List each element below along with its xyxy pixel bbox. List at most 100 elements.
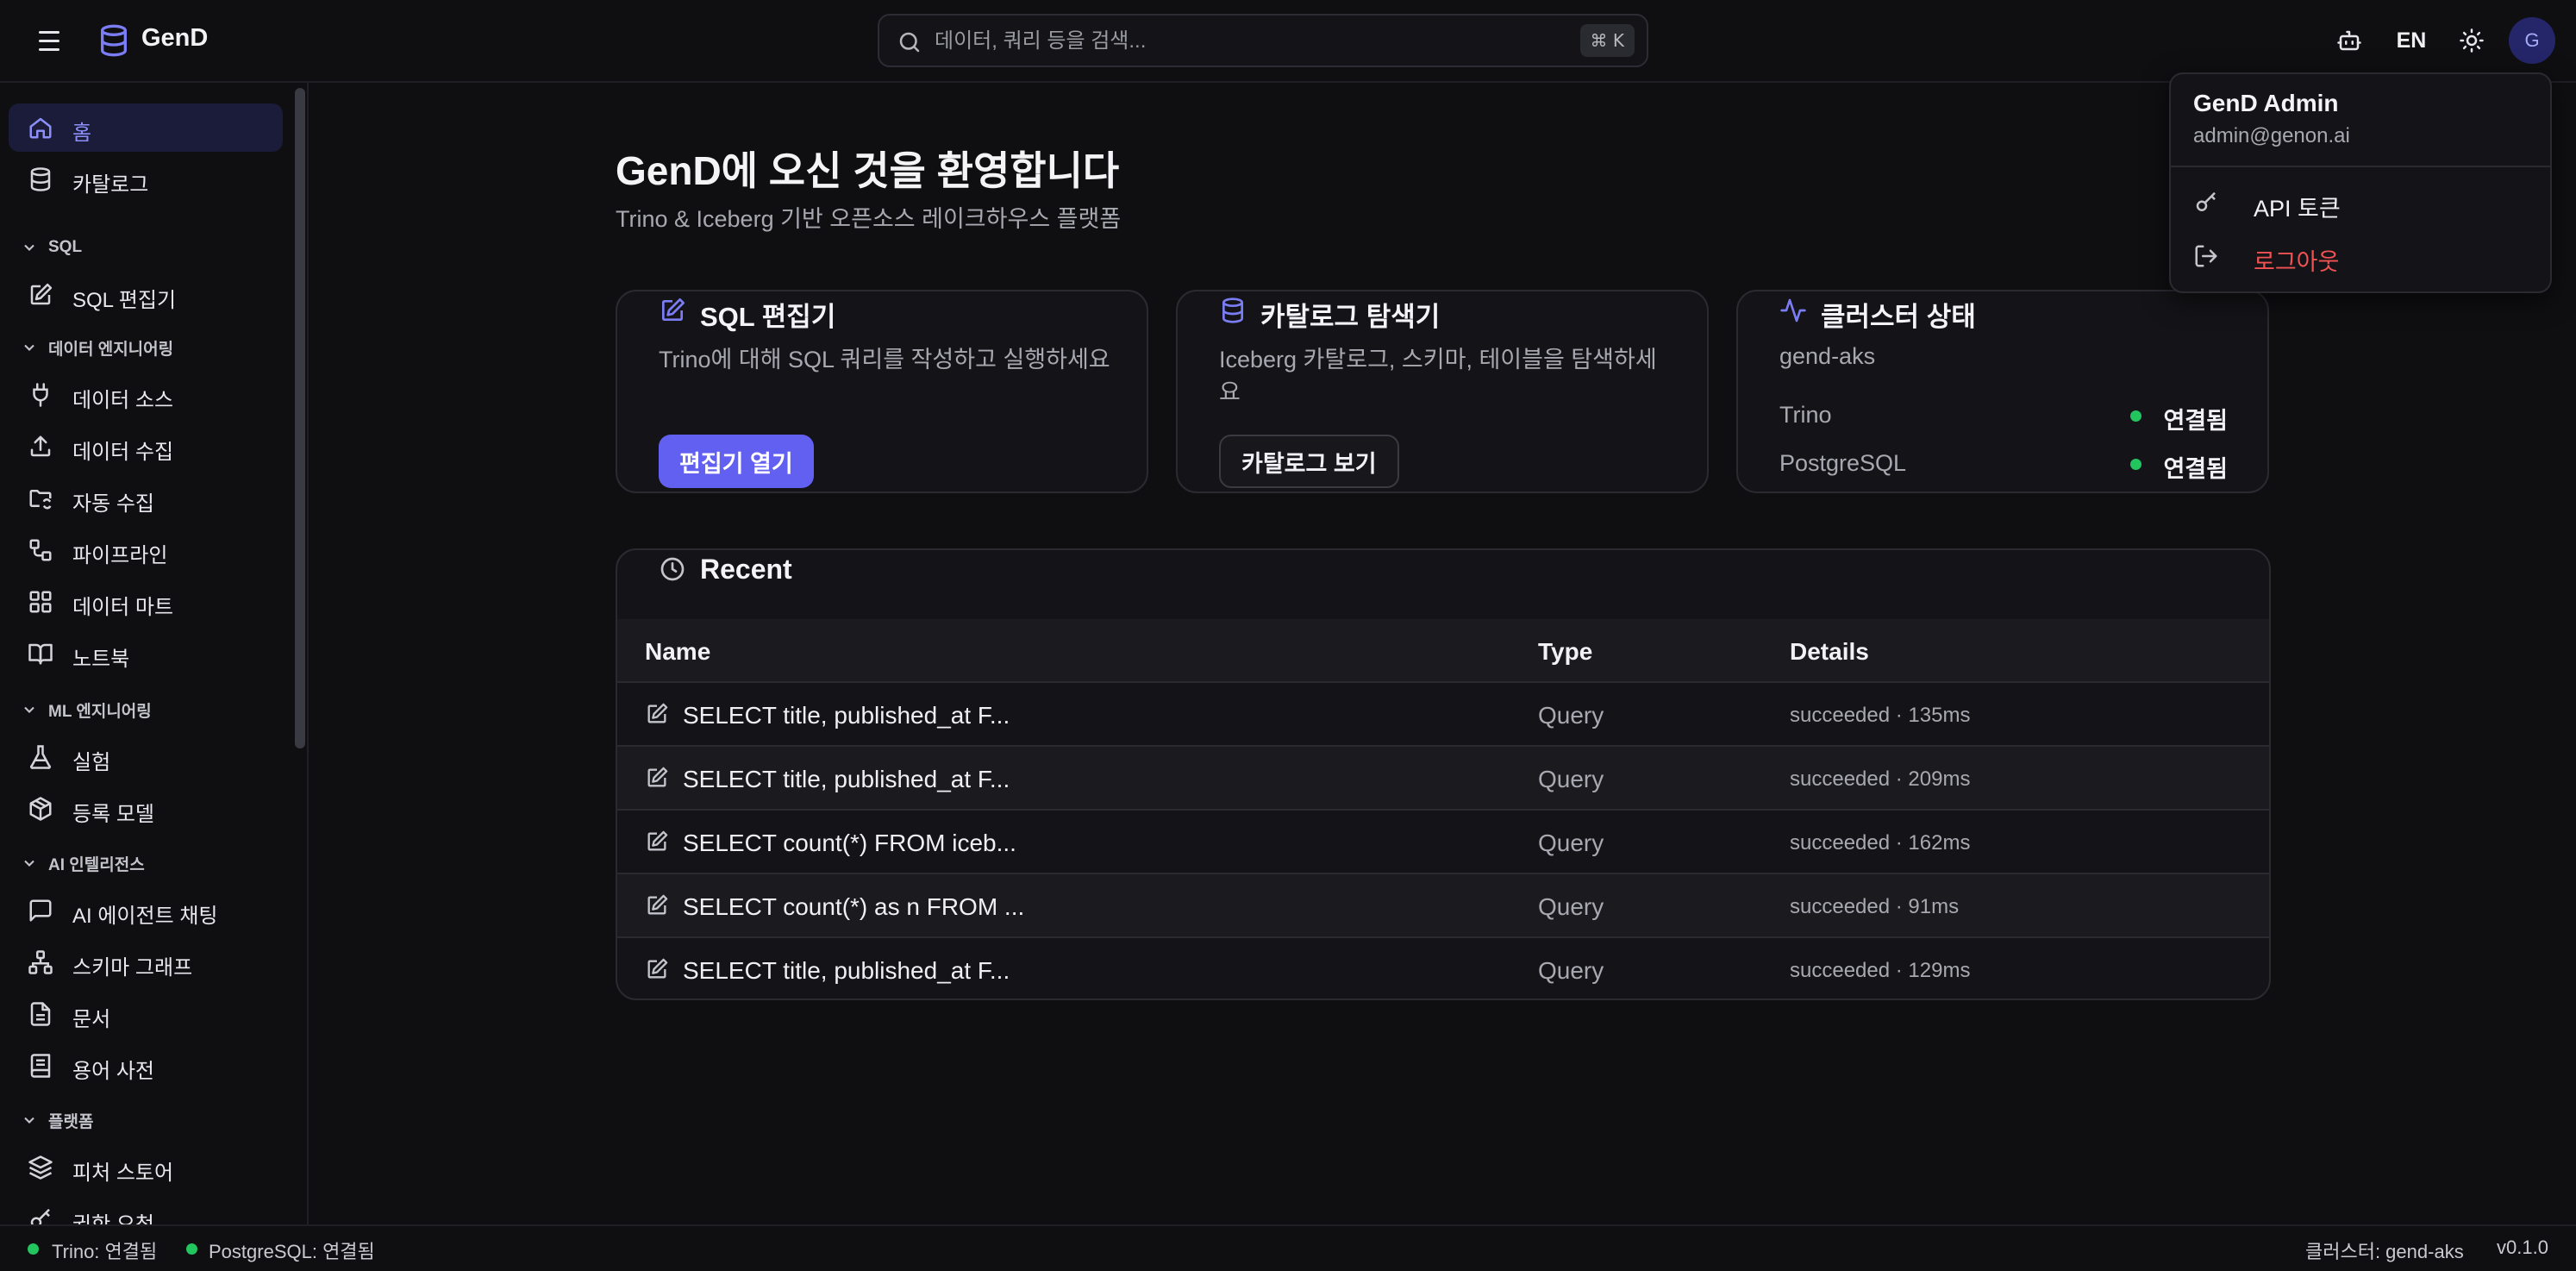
folder-sync-icon — [29, 490, 52, 510]
search-input[interactable] — [935, 24, 1538, 59]
table-header: Name Type Details — [617, 619, 2269, 683]
activity-icon — [1780, 298, 1806, 322]
sidebar-item-sql-editor[interactable]: SQL 편집기 — [9, 271, 283, 319]
theme-toggle-button[interactable] — [2452, 21, 2492, 60]
search-icon — [899, 32, 920, 53]
item-details: succeeded · 135ms — [1790, 704, 1971, 727]
page-subtitle: Trino & Iceberg 기반 오픈소스 레이크하우스 플랫폼 — [616, 206, 1122, 232]
sidebar-item-label: AI 에이전트 채팅 — [72, 905, 218, 928]
sidebar-item-ai-agent-chat[interactable]: AI 에이전트 채팅 — [9, 886, 283, 935]
trino-status-dot — [28, 1243, 39, 1255]
view-catalog-button[interactable]: 카탈로그 보기 — [1219, 435, 1399, 488]
sidebar-item-label: 피처 스토어 — [72, 1161, 174, 1185]
ai-assistant-button[interactable] — [2329, 21, 2369, 60]
plug-icon — [33, 383, 48, 407]
column-header-details[interactable]: Details — [1790, 638, 1869, 666]
item-details: succeeded · 162ms — [1790, 831, 1971, 855]
sidebar-item-notebook[interactable]: 노트북 — [9, 629, 283, 678]
sidebar-item-pipeline[interactable]: 파이프라인 — [9, 526, 283, 574]
user-name: GenD Admin — [2193, 90, 2339, 116]
open-editor-button[interactable]: 편집기 열기 — [659, 435, 814, 488]
upload-icon — [30, 435, 51, 457]
sidebar-item-catalog[interactable]: 카탈로그 — [9, 155, 283, 203]
api-tokens-menu-item[interactable]: API 토큰 — [2178, 178, 2545, 228]
chevron-down-icon — [24, 344, 34, 351]
section-toggle-platform[interactable]: 플랫폼 — [21, 1107, 93, 1133]
sidebar-item-permission-request[interactable]: 권한 요청 — [9, 1195, 283, 1224]
package-icon — [29, 797, 52, 821]
edit-icon — [30, 283, 53, 305]
sidebar-item-label: 파이프라인 — [72, 544, 168, 567]
cluster-service-row: PostgreSQL 연결됨 — [1779, 447, 2228, 482]
sidebar-item-label: 실험 — [72, 751, 111, 774]
chevron-down-icon — [24, 244, 34, 251]
sidebar-item-data-mart[interactable]: 데이터 마트 — [9, 578, 283, 626]
section-toggle-sql[interactable]: SQL — [21, 235, 82, 260]
section-label: AI 인텔리전스 — [48, 855, 145, 874]
column-header-name[interactable]: Name — [645, 638, 710, 666]
item-details: succeeded · 91ms — [1790, 895, 1960, 918]
cluster-status-card: 클러스터 상태 gend-aks Trino 연결됨 PostgreSQL 연결… — [1736, 290, 2269, 493]
key-icon — [30, 1208, 50, 1224]
menu-item-label: API 토큰 — [2254, 196, 2341, 222]
search-bar[interactable]: ⌘ K — [878, 14, 1648, 67]
menu-icon[interactable] — [34, 26, 64, 55]
section-toggle-ml-engineering[interactable]: ML 엔지니어링 — [21, 697, 152, 723]
sidebar-item-home[interactable]: 홈 — [9, 103, 283, 152]
top-header: GenD ⌘ K EN G — [0, 0, 2576, 83]
item-details: succeeded · 129ms — [1790, 959, 1971, 982]
status-dot — [2130, 459, 2141, 470]
grid-icon — [29, 591, 52, 613]
item-type: Query — [1538, 893, 1604, 920]
sidebar-item-data-ingest[interactable]: 데이터 수집 — [9, 423, 283, 471]
sidebar-item-label: 데이터 마트 — [72, 596, 174, 619]
sidebar: 홈 카탈로그 SQL SQL 편집기 데이터 엔지니어링 데이터 소스 데이터 … — [0, 83, 309, 1224]
database-icon — [1222, 297, 1243, 323]
sidebar-item-auto-ingest[interactable]: 자동 수집 — [9, 474, 283, 523]
sidebar-item-schema-graph[interactable]: 스키마 그래프 — [9, 938, 283, 986]
sidebar-item-label: 노트북 — [72, 648, 130, 671]
edit-icon — [662, 298, 685, 321]
column-header-type[interactable]: Type — [1538, 638, 1592, 666]
sidebar-item-data-source[interactable]: 데이터 소스 — [9, 371, 283, 419]
sidebar-item-experiment[interactable]: 실험 — [9, 733, 283, 781]
cluster-label: 클러스터: gend-aks — [2305, 1241, 2464, 1262]
language-toggle[interactable]: EN — [2390, 21, 2433, 60]
cluster-name: gend-aks — [1779, 343, 1876, 369]
table-row[interactable]: SELECT count(*) FROM iceb... Query succe… — [617, 811, 2269, 874]
app-root: GenD ⌘ K EN G 홈 — [0, 0, 2576, 1271]
network-icon — [28, 950, 53, 974]
sidebar-item-registered-model[interactable]: 등록 모델 — [9, 785, 283, 833]
app-name[interactable]: GenD — [141, 24, 208, 53]
book-icon — [30, 1054, 51, 1078]
service-status: 연결됨 — [2163, 456, 2228, 482]
card-title: SQL 편집기 — [700, 302, 836, 332]
sidebar-item-feature-store[interactable]: 피처 스토어 — [9, 1143, 283, 1192]
layers-icon — [28, 1155, 53, 1180]
section-toggle-data-engineering[interactable]: 데이터 엔지니어링 — [21, 335, 173, 360]
sidebar-item-label: 데이터 소스 — [72, 389, 174, 412]
home-icon — [29, 117, 52, 139]
sidebar-scrollbar[interactable] — [295, 88, 305, 748]
logout-menu-item[interactable]: 로그아웃 — [2178, 231, 2545, 281]
item-type: Query — [1538, 766, 1604, 792]
table-row[interactable]: SELECT title, published_at F... Query su… — [617, 938, 2269, 999]
section-toggle-ai-intelligence[interactable]: AI 인텔리전스 — [21, 850, 145, 876]
query-name: SELECT count(*) as n FROM ... — [683, 893, 1025, 920]
service-name: PostgreSQL — [1779, 450, 1907, 476]
sidebar-item-label: 카탈로그 — [72, 173, 149, 197]
user-avatar[interactable]: G — [2509, 17, 2555, 64]
item-type: Query — [1538, 702, 1604, 729]
postgres-status-dot — [186, 1243, 197, 1255]
table-row[interactable]: SELECT title, published_at F... Query su… — [617, 683, 2269, 747]
sidebar-item-label: 권한 요청 — [72, 1207, 154, 1224]
query-name: SELECT title, published_at F... — [683, 766, 1010, 792]
sidebar-item-documents[interactable]: 문서 — [9, 990, 283, 1038]
chevron-down-icon — [24, 860, 34, 867]
table-row[interactable]: SELECT title, published_at F... Query su… — [617, 747, 2269, 811]
sidebar-item-glossary[interactable]: 용어 사전 — [9, 1042, 283, 1090]
bot-icon — [2337, 30, 2361, 51]
query-name: SELECT title, published_at F... — [683, 702, 1010, 729]
table-row[interactable]: SELECT count(*) as n FROM ... Query succ… — [617, 874, 2269, 938]
edit-icon — [647, 830, 668, 851]
